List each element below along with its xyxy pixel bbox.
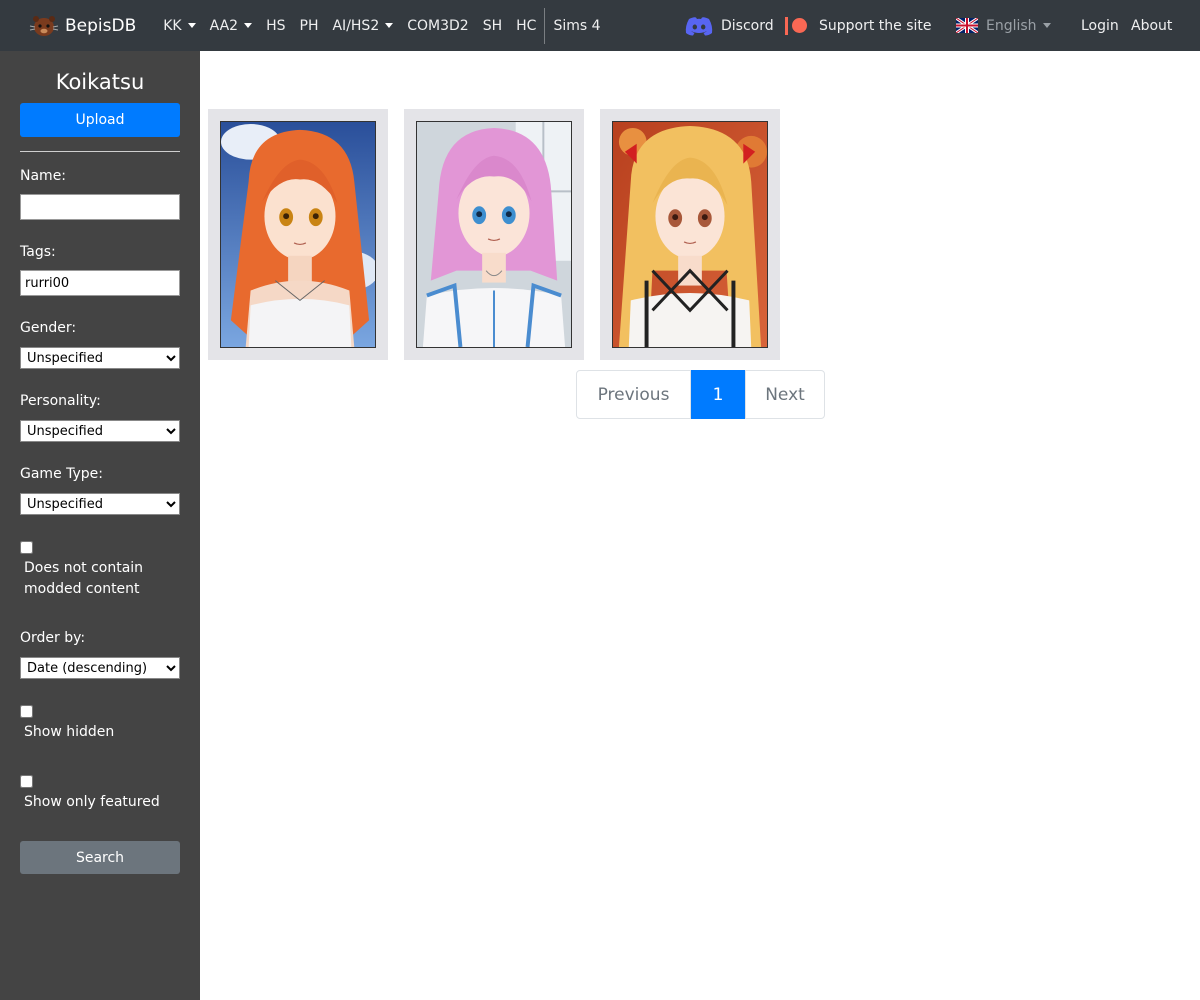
- game-type-select[interactable]: Unspecified: [20, 493, 180, 515]
- personality-label: Personality:: [20, 393, 101, 409]
- nav-divider: [544, 7, 546, 44]
- name-input[interactable]: [20, 194, 180, 220]
- sidebar-title: Koikatsu: [55, 70, 145, 94]
- caret-down-icon: [385, 23, 394, 28]
- patreon-icon: [785, 16, 807, 35]
- gender-label: Gender:: [20, 320, 77, 336]
- nav-hs[interactable]: HS: [259, 18, 292, 34]
- page-1-button[interactable]: 1: [691, 370, 745, 419]
- nav-sh-label: SH: [482, 17, 503, 34]
- nav-hc-label: HC: [516, 17, 537, 34]
- game-type-label: Game Type:: [20, 466, 104, 482]
- character-card[interactable]: [600, 109, 780, 360]
- nav-sims4-label: Sims 4: [553, 17, 601, 34]
- support-link[interactable]: Support the site: [778, 0, 939, 51]
- caret-down-icon: [244, 23, 253, 28]
- game-nav: KK AA2 HS PH AI/HS2 COM3D2 SH HC Sims 4: [156, 0, 607, 51]
- login-link[interactable]: Login: [1074, 0, 1126, 51]
- character-card[interactable]: [208, 109, 388, 360]
- search-sidebar: Koikatsu Upload Name: Tags: Gender: Unsp…: [0, 51, 200, 1000]
- login-label: Login: [1081, 17, 1119, 34]
- no-modded-checkbox[interactable]: [20, 541, 33, 554]
- about-label: About: [1131, 17, 1173, 34]
- sidebar-divider: [20, 151, 180, 152]
- nav-sims4[interactable]: Sims 4: [546, 18, 607, 34]
- character-card[interactable]: [404, 109, 584, 360]
- next-page-button[interactable]: Next: [745, 370, 825, 419]
- personality-select[interactable]: Unspecified: [20, 420, 180, 442]
- language-dropdown[interactable]: English: [949, 0, 1058, 51]
- no-modded-label: Does not contain modded content: [24, 560, 144, 597]
- nav-aa2[interactable]: AA2: [203, 18, 259, 34]
- nav-ph[interactable]: PH: [293, 18, 326, 34]
- nav-aa2-label: AA2: [209, 17, 239, 34]
- show-hidden-label: Show hidden: [24, 724, 115, 740]
- card-thumbnail: [220, 121, 376, 348]
- nav-hs-label: HS: [266, 17, 286, 34]
- gender-select[interactable]: Unspecified: [20, 347, 180, 369]
- previous-page-button[interactable]: Previous: [576, 370, 691, 419]
- show-featured-checkbox[interactable]: [20, 775, 33, 788]
- about-link[interactable]: About: [1124, 0, 1179, 51]
- nav-kk[interactable]: KK: [156, 18, 202, 34]
- name-label: Name:: [20, 168, 67, 184]
- top-navbar: BepisDB KK AA2 HS PH AI/HS2 COM3D2 SH HC…: [0, 0, 1200, 51]
- discord-icon: [685, 16, 713, 35]
- show-hidden-checkbox[interactable]: [20, 705, 33, 718]
- character-thumbnail-image: [417, 122, 571, 347]
- brand-name: BepisDB: [65, 15, 137, 36]
- brand-link[interactable]: BepisDB: [28, 14, 136, 38]
- language-label: English: [986, 17, 1037, 34]
- nav-com3d2-label: COM3D2: [407, 17, 469, 34]
- tags-input[interactable]: [20, 270, 180, 296]
- nav-kk-label: KK: [163, 17, 182, 34]
- bepis-logo-icon: [29, 15, 59, 36]
- upload-button[interactable]: Upload: [20, 103, 180, 137]
- nav-com3d2[interactable]: COM3D2: [400, 18, 475, 34]
- character-thumbnail-image: [613, 122, 767, 347]
- card-thumbnail: [416, 121, 572, 348]
- nav-sh[interactable]: SH: [476, 18, 509, 34]
- order-label: Order by:: [20, 630, 86, 646]
- nav-hc[interactable]: HC: [509, 18, 543, 34]
- discord-label: Discord: [721, 17, 774, 34]
- pagination: Previous 1 Next: [576, 370, 825, 419]
- tags-label: Tags:: [20, 244, 56, 260]
- discord-link[interactable]: Discord: [678, 0, 781, 51]
- uk-flag-icon: [956, 18, 978, 33]
- card-thumbnail: [612, 121, 768, 348]
- search-button[interactable]: Search: [20, 841, 180, 874]
- character-thumbnail-image: [221, 122, 375, 347]
- nav-ai-hs2-label: AI/HS2: [332, 17, 380, 34]
- show-featured-label: Show only featured: [24, 794, 160, 810]
- nav-ph-label: PH: [299, 17, 319, 34]
- order-select[interactable]: Date (descending): [20, 657, 180, 679]
- caret-down-icon: [187, 23, 196, 28]
- nav-ai-hs2[interactable]: AI/HS2: [325, 18, 400, 34]
- caret-down-icon: [1042, 23, 1051, 28]
- support-label: Support the site: [819, 17, 932, 34]
